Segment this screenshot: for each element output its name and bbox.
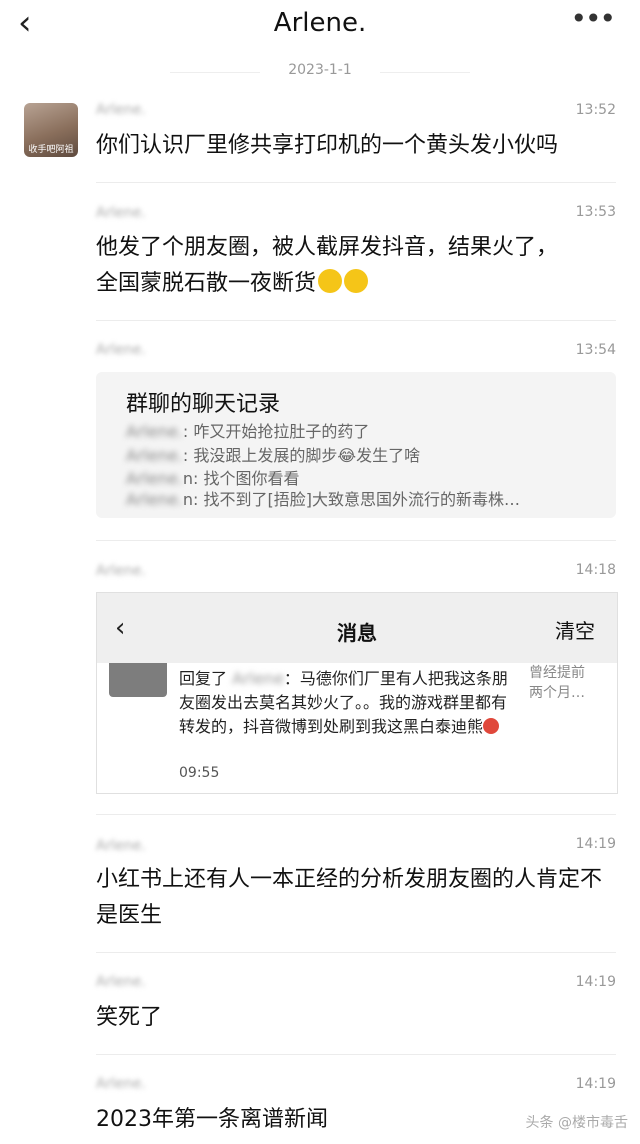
message-time: 14:18	[575, 562, 616, 578]
screenshot-clear-label: 清空	[555, 619, 595, 643]
divider	[96, 320, 616, 321]
message-time: 14:19	[575, 1076, 616, 1092]
sender-name: Arlene.	[96, 838, 146, 854]
sender-name: Arlene.	[96, 205, 146, 221]
message-time: 13:53	[575, 204, 616, 220]
divider	[96, 1054, 616, 1055]
laugh-emoji-icon	[344, 269, 369, 293]
sender-name: Arlene.	[96, 102, 146, 118]
message-line-2: 全国蒙脱石散一夜断货	[96, 266, 616, 302]
chat-record-line: Arlene.: 我没跟上发展的脚步😂发生了啥	[126, 446, 421, 465]
divider	[96, 182, 616, 183]
screenshot-thumbnail	[109, 663, 167, 697]
date-divider-right	[380, 72, 470, 73]
message-time: 14:19	[575, 974, 616, 990]
message-time: 14:19	[575, 836, 616, 852]
divider	[96, 814, 616, 815]
avatar[interactable]: 收手吧阿祖	[24, 103, 78, 157]
screenshot-reply-time: 09:55	[179, 765, 220, 781]
screenshot-side-text: 曾经提前 两个月…	[529, 665, 585, 701]
message-line: 他发了个朋友圈，被人截屏发抖音，结果火了，	[96, 235, 559, 260]
sender-name: Arlene.	[96, 974, 146, 990]
message-text: 小红书上还有人一本正经的分析发朋友圈的人肯定不是医生	[96, 867, 603, 928]
navigation-bar: ‹ Arlene. •••	[0, 0, 640, 50]
screenshot-nav-bar: ‹ 消息 清空	[97, 593, 617, 663]
message-text: 他发了个朋友圈，被人截屏发抖音，结果火了， 全国蒙脱石散一夜断货	[96, 230, 616, 302]
chat-record-line: Arlene.n: 找不到了[捂脸]大致意思国外流行的新毒株…	[126, 490, 520, 509]
chat-record-card[interactable]: 群聊的聊天记录 Arlene.: 咋又开始抢拉肚子的药了 Arlene.: 我没…	[96, 372, 616, 518]
divider	[96, 952, 616, 953]
sender-name: Arlene.	[96, 1076, 146, 1092]
message-time: 13:52	[575, 102, 616, 118]
avatar-caption: 收手吧阿祖	[28, 145, 74, 155]
page-title: Arlene.	[273, 8, 367, 38]
screenshot-image[interactable]: ‹ 消息 清空 回复了 Arlene：马德你们厂里有人把我这条朋友圈发出去莫名其…	[96, 592, 618, 794]
date-label: 2023-1-1	[288, 62, 352, 78]
screenshot-title: 消息	[337, 621, 377, 645]
message-text: 你们认识厂里修共享打印机的一个黄头发小伙吗	[96, 133, 559, 158]
sender-name: Arlene.	[96, 342, 146, 358]
watermark: 头条 @楼市毒舌	[525, 1115, 628, 1131]
laugh-emoji-icon	[318, 269, 343, 293]
screenshot-reply-text: 回复了 Arlene：马德你们厂里有人把我这条朋友圈发出去莫名其妙火了。。我的游…	[179, 669, 508, 736]
angry-emoji-icon	[483, 718, 500, 734]
chat-record-line: Arlene.: 咋又开始抢拉肚子的药了	[126, 422, 370, 441]
message-text: 笑死了	[96, 1005, 163, 1030]
message-time: 13:54	[575, 342, 616, 358]
chat-record-title: 群聊的聊天记录	[126, 392, 281, 417]
divider	[96, 540, 616, 541]
more-dots-icon[interactable]: •••	[570, 2, 616, 35]
sender-name: Arlene.	[96, 563, 146, 579]
